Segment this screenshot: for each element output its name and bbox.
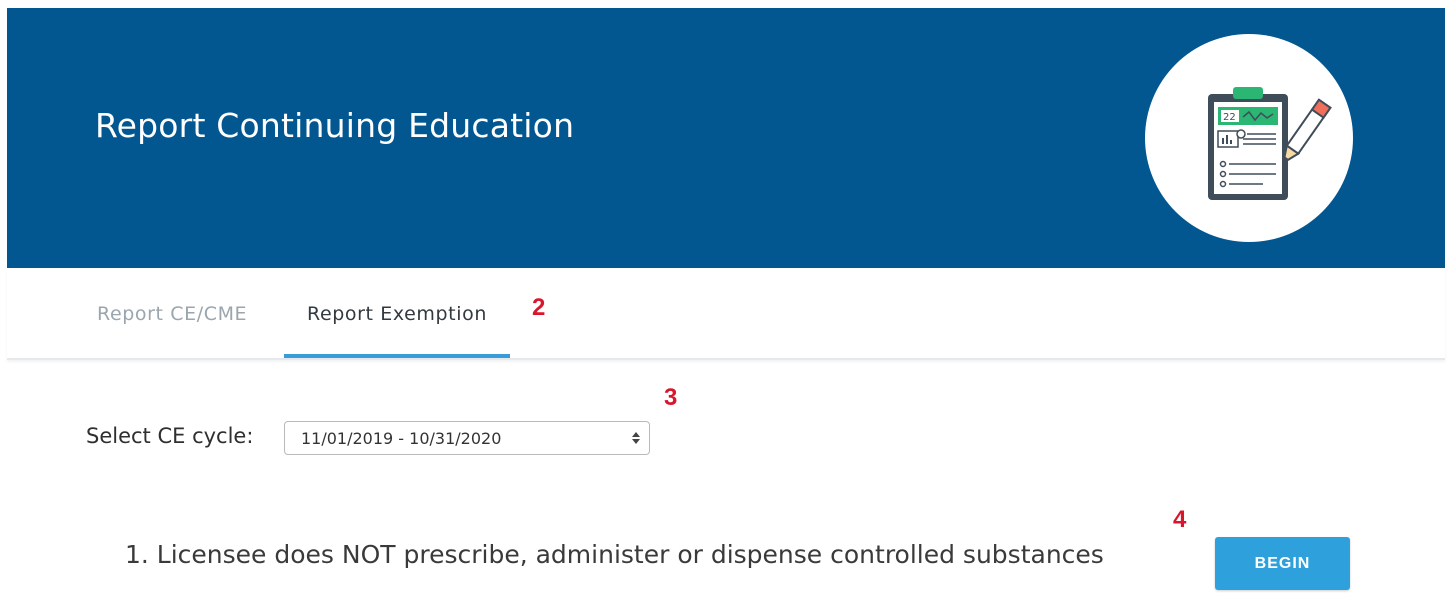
illustration-number: 22 bbox=[1223, 112, 1236, 123]
annotation-marker-4: 4 bbox=[1173, 506, 1187, 533]
select-arrows-icon bbox=[631, 430, 641, 450]
page-title: Report Continuing Education bbox=[95, 106, 575, 145]
exemption-item-text: 1. Licensee does NOT prescribe, administ… bbox=[125, 540, 1104, 569]
annotation-marker-3: 3 bbox=[664, 384, 678, 411]
tab-report-exemption[interactable]: Report Exemption bbox=[284, 268, 510, 358]
tab-report-ce-cme[interactable]: Report CE/CME bbox=[97, 268, 247, 358]
clipboard-checklist-icon: 22 bbox=[1145, 34, 1353, 242]
active-tab-indicator bbox=[284, 354, 510, 358]
ce-cycle-label: Select CE cycle: bbox=[86, 424, 254, 448]
begin-button[interactable]: BEGIN bbox=[1215, 537, 1350, 590]
ce-cycle-selected-value: 11/01/2019 - 10/31/2020 bbox=[301, 429, 502, 448]
annotation-marker-2: 2 bbox=[532, 294, 546, 321]
ce-cycle-select[interactable]: 11/01/2019 - 10/31/2020 bbox=[284, 421, 650, 455]
tab-bar: Report CE/CME Report Exemption bbox=[7, 268, 1445, 360]
header-banner: Report Continuing Education 22 bbox=[7, 8, 1445, 268]
